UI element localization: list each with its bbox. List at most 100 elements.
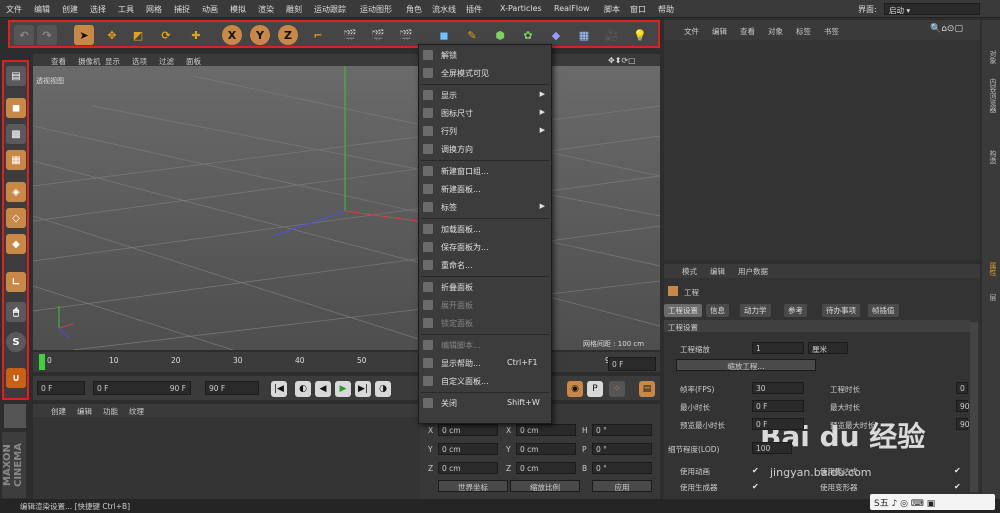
lod-field[interactable]: 100 bbox=[752, 442, 792, 454]
pen-icon[interactable]: ✎ bbox=[462, 25, 482, 45]
attribute-tab-3[interactable]: 参考 bbox=[784, 304, 807, 317]
render-view-icon[interactable]: 🎬 bbox=[340, 25, 360, 45]
menu-6[interactable]: 捕捉 bbox=[174, 4, 190, 15]
texture-mode-icon[interactable]: ▩ bbox=[6, 124, 26, 144]
context-item-6[interactable]: 新建窗口组... bbox=[419, 163, 551, 179]
tweak-icon[interactable]: 🖱 bbox=[6, 302, 26, 322]
max-time-field[interactable]: 90 bbox=[956, 400, 970, 412]
attribute-menu-2[interactable]: 用户数据 bbox=[738, 266, 768, 277]
right-tab-3[interactable]: 属性 bbox=[985, 262, 998, 276]
undo-icon[interactable]: ↶ bbox=[14, 25, 34, 45]
model-mode-icon[interactable]: ◼ bbox=[6, 98, 26, 118]
context-item-18[interactable]: 关闭 Shift+W bbox=[419, 395, 551, 411]
context-item-7[interactable]: 新建面板... bbox=[419, 181, 551, 197]
axis-icon[interactable]: ∟ bbox=[6, 272, 26, 292]
context-item-16[interactable]: 显示帮助... Ctrl+F1 bbox=[419, 355, 551, 371]
checkbox-check-icon[interactable]: ✔ bbox=[752, 466, 759, 475]
next-key-icon[interactable]: ◑ bbox=[375, 381, 391, 397]
menu-2[interactable]: 创建 bbox=[62, 4, 78, 15]
object-toolbar-icons[interactable]: 🔍⌂⊙▢ bbox=[930, 24, 963, 34]
menu-11[interactable]: 运动跟踪 bbox=[314, 4, 346, 15]
material-menu-1[interactable]: 编辑 bbox=[77, 406, 92, 417]
context-item-17[interactable]: 自定义面板... bbox=[419, 373, 551, 389]
make-editable-icon[interactable]: ▤ bbox=[6, 66, 26, 86]
layout-dropdown[interactable]: 启动 ▾ bbox=[884, 3, 980, 15]
menu-20[interactable]: 帮助 bbox=[658, 4, 674, 15]
timeline-end-field[interactable]: 0 F bbox=[608, 357, 656, 371]
context-item-0[interactable]: 解锁 bbox=[419, 47, 551, 63]
move-icon[interactable]: ✥ bbox=[102, 25, 122, 45]
menu-4[interactable]: 工具 bbox=[118, 4, 134, 15]
scale-icon[interactable]: ◩ bbox=[128, 25, 148, 45]
edges-mode-icon[interactable]: ◇ bbox=[6, 208, 26, 228]
keyframe-grid-icon[interactable]: ⁘ bbox=[609, 381, 625, 397]
checkbox-check-icon[interactable]: ✔ bbox=[954, 482, 961, 491]
prev-key-icon[interactable]: ◐ bbox=[295, 381, 311, 397]
current-frame-field[interactable]: 0 F bbox=[37, 381, 85, 395]
max-frame-field[interactable]: 90 F bbox=[205, 381, 259, 395]
menu-0[interactable]: 文件 bbox=[6, 4, 22, 15]
fps-field[interactable]: 30 bbox=[752, 382, 804, 394]
checkbox-check-icon[interactable]: ✔ bbox=[954, 466, 961, 475]
camera-icon[interactable]: 🎥 bbox=[602, 25, 622, 45]
light-icon[interactable]: 💡 bbox=[630, 25, 650, 45]
material-menu-2[interactable]: 功能 bbox=[103, 406, 118, 417]
object-menu-4[interactable]: 标签 bbox=[796, 26, 811, 37]
cloner-icon[interactable]: ✿ bbox=[518, 25, 538, 45]
object-menu-0[interactable]: 文件 bbox=[684, 26, 699, 37]
menu-14[interactable]: 流水线 bbox=[432, 4, 456, 15]
menu-7[interactable]: 动画 bbox=[202, 4, 218, 15]
checkbox-check-icon[interactable]: ✔ bbox=[752, 482, 759, 491]
coord-field-a[interactable]: 0 cm bbox=[438, 424, 498, 436]
context-item-9[interactable]: 加载面板... bbox=[419, 221, 551, 237]
coord-field-c[interactable]: 0 ° bbox=[592, 462, 652, 474]
object-manager[interactable] bbox=[664, 40, 980, 260]
cube-icon[interactable]: ◼ bbox=[434, 25, 454, 45]
redo-icon[interactable]: ↷ bbox=[37, 25, 57, 45]
coord-world-button[interactable]: 世界坐标 bbox=[438, 480, 508, 492]
snap-icon[interactable]: S bbox=[6, 332, 26, 352]
attribute-tab-1[interactable]: 信息 bbox=[706, 304, 729, 317]
attribute-tab-0[interactable]: 工程设置 bbox=[664, 304, 702, 317]
menu-9[interactable]: 渲染 bbox=[258, 4, 274, 15]
subdivision-icon[interactable]: ⬢ bbox=[490, 25, 510, 45]
menu-15[interactable]: 插件 bbox=[466, 4, 482, 15]
record-key-icon[interactable]: ◉ bbox=[567, 381, 583, 397]
z-axis-button[interactable]: Z bbox=[278, 25, 298, 45]
points-mode-icon[interactable]: ◈ bbox=[6, 182, 26, 202]
context-item-5[interactable]: 调换方向 bbox=[419, 141, 551, 157]
context-item-4[interactable]: 行列 ▶ bbox=[419, 123, 551, 139]
context-item-1[interactable]: 全屏模式可见 bbox=[419, 65, 551, 81]
coord-field-c[interactable]: 0 ° bbox=[592, 424, 652, 436]
material-menu-3[interactable]: 纹理 bbox=[129, 406, 144, 417]
coord-field-b[interactable]: 0 cm bbox=[516, 424, 576, 436]
select-arrow-icon[interactable]: ➤ bbox=[74, 25, 94, 45]
menu-19[interactable]: 窗口 bbox=[630, 4, 646, 15]
attribute-menu-0[interactable]: 模式 bbox=[682, 266, 697, 277]
lock-grid-icon[interactable] bbox=[4, 404, 26, 428]
context-item-11[interactable]: 重命名... bbox=[419, 257, 551, 273]
context-item-2[interactable]: 显示 ▶ bbox=[419, 87, 551, 103]
coord-scale-button[interactable]: 缩放比例 bbox=[510, 480, 580, 492]
right-tab-2[interactable]: 构造 bbox=[985, 150, 998, 164]
viewport-nav-icons[interactable]: ✥⬍⟳▢ bbox=[608, 56, 636, 65]
menu-5[interactable]: 网格 bbox=[146, 4, 162, 15]
magnet-icon[interactable]: ∪ bbox=[6, 368, 26, 388]
preview-max-field[interactable]: 90 bbox=[956, 418, 970, 430]
attribute-tab-2[interactable]: 动力学 bbox=[740, 304, 771, 317]
unit-dropdown[interactable]: 厘米 bbox=[808, 342, 848, 354]
add-icon[interactable]: ✚ bbox=[186, 25, 206, 45]
material-manager[interactable] bbox=[33, 417, 420, 499]
attribute-menu-1[interactable]: 编辑 bbox=[710, 266, 725, 277]
deformer-icon[interactable]: ◆ bbox=[546, 25, 566, 45]
workplane-icon[interactable]: ▦ bbox=[6, 150, 26, 170]
render-picture-viewer-icon[interactable]: 🎬 bbox=[368, 25, 388, 45]
render-settings-icon[interactable]: 🎬 bbox=[396, 25, 416, 45]
context-item-3[interactable]: 图标尺寸 ▶ bbox=[419, 105, 551, 121]
context-item-8[interactable]: 标签 ▶ bbox=[419, 199, 551, 215]
attribute-scrollbar[interactable] bbox=[970, 322, 978, 492]
x-axis-button[interactable]: X bbox=[222, 25, 242, 45]
coord-apply-button[interactable]: 应用 bbox=[592, 480, 652, 492]
attribute-tab-5[interactable]: 帧插值 bbox=[868, 304, 899, 317]
scale-field[interactable]: 1 bbox=[752, 342, 804, 354]
